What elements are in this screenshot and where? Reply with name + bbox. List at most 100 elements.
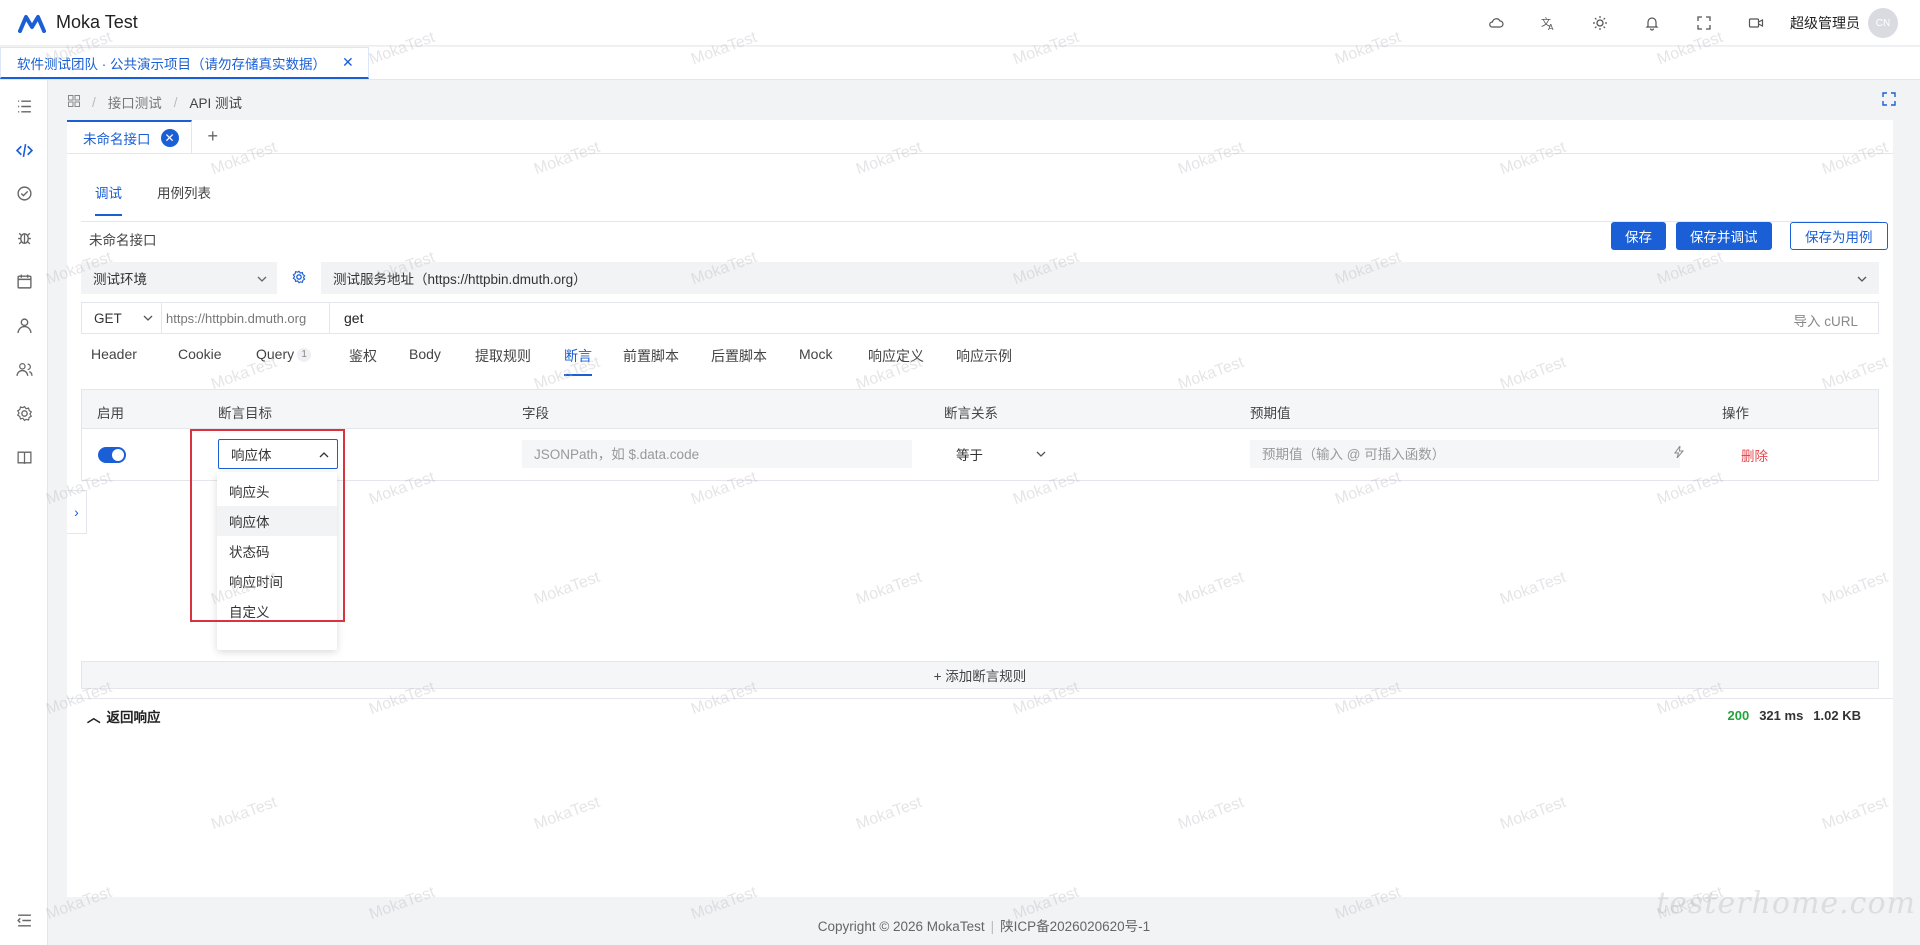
- enabled-toggle[interactable]: [98, 447, 126, 463]
- save-and-debug-button[interactable]: 保存并调试: [1676, 222, 1772, 250]
- users-icon[interactable]: [14, 359, 34, 379]
- add-assertion-rule-button[interactable]: + 添加断言规则: [81, 661, 1879, 689]
- tab-body[interactable]: Body: [409, 346, 441, 370]
- tab-response-definition[interactable]: 响应定义: [868, 346, 924, 374]
- http-method-select[interactable]: GET: [82, 303, 162, 333]
- user-icon[interactable]: [14, 315, 34, 335]
- icp-link[interactable]: 陕ICP备2026020620号-1: [1000, 919, 1150, 934]
- tab-debug[interactable]: 调试: [95, 182, 122, 216]
- assertion-relation-select[interactable]: 等于: [944, 440, 1054, 468]
- avatar[interactable]: CN: [1868, 8, 1898, 38]
- expand-icon[interactable]: [1882, 92, 1896, 109]
- col-field: 字段: [522, 406, 549, 421]
- logo-icon: [18, 14, 46, 33]
- file-tab-bar: 未命名接口 ✕ +: [67, 119, 1893, 154]
- server-address-select[interactable]: 测试服务地址（https://httpbin.dmuth.org）: [321, 262, 1879, 294]
- assertion-relation-value: 等于: [956, 448, 983, 463]
- chevron-up-icon: [319, 448, 329, 463]
- chevron-up-icon: ︿: [87, 709, 101, 725]
- breadcrumb: / 接口测试 / API 测试: [68, 92, 242, 112]
- jsonpath-field-input[interactable]: [522, 440, 912, 468]
- dropdown-option[interactable]: 响应头: [217, 476, 337, 506]
- grid-icon[interactable]: [68, 94, 80, 110]
- check-circle-icon[interactable]: [14, 183, 34, 203]
- response-bar[interactable]: ︿ 返回响应 200 321 ms 1.02 KB: [67, 698, 1893, 732]
- dropdown-option[interactable]: 自定义: [217, 596, 337, 626]
- collapse-menu-icon[interactable]: [14, 910, 34, 930]
- env-settings-gear-icon[interactable]: [292, 270, 306, 287]
- cloud-icon[interactable]: [1470, 0, 1522, 46]
- tab-mock[interactable]: Mock: [799, 346, 832, 370]
- tab-cookie[interactable]: Cookie: [178, 346, 222, 370]
- assertion-table: 启用 断言目标 字段 断言关系 预期值 操作 响应体 等于: [81, 389, 1879, 481]
- response-time: 321 ms: [1759, 708, 1804, 723]
- bell-icon[interactable]: [1626, 0, 1678, 46]
- brand-watermark: testerhome.com: [1656, 886, 1916, 921]
- gear-icon[interactable]: [14, 403, 34, 423]
- calendar-icon[interactable]: [14, 271, 34, 291]
- book-icon[interactable]: [14, 447, 34, 467]
- dropdown-option[interactable]: 响应时间: [217, 566, 337, 596]
- col-expected: 预期值: [1250, 406, 1291, 421]
- col-relation: 断言关系: [944, 406, 998, 421]
- tab-assertions[interactable]: 断言: [564, 346, 592, 376]
- footer: Copyright © 2026 MokaTest | 陕ICP备202602062…: [817, 919, 1151, 934]
- dropdown-option[interactable]: 状态码: [217, 536, 337, 566]
- request-tab-bar: Header Cookie Query 1 鉴权 Body 提取规则 断言 前置脚…: [81, 346, 1879, 378]
- query-count-badge: 1: [297, 348, 312, 363]
- fullscreen-icon[interactable]: [1678, 0, 1730, 46]
- breadcrumb-current: API 测试: [189, 96, 243, 111]
- server-address-value: 测试服务地址（https://httpbin.dmuth.org）: [333, 272, 587, 287]
- translate-icon[interactable]: 文A: [1522, 0, 1574, 46]
- tab-extract-rules[interactable]: 提取规则: [475, 346, 531, 374]
- delete-button[interactable]: 删除: [1741, 445, 1768, 465]
- video-icon[interactable]: [1730, 0, 1782, 46]
- copyright: Copyright © 2026 MokaTest: [817, 919, 985, 934]
- dropdown-option[interactable]: 响应体: [217, 506, 337, 536]
- assertion-table-header: 启用 断言目标 字段 断言关系 预期值 操作: [81, 389, 1879, 429]
- status-code: 200: [1727, 708, 1750, 723]
- chevron-right-icon[interactable]: ›: [67, 490, 87, 534]
- function-lightning-icon[interactable]: [1674, 444, 1685, 461]
- save-button[interactable]: 保存: [1611, 222, 1666, 250]
- user-name[interactable]: 超级管理员: [1790, 13, 1860, 33]
- assertion-target-select[interactable]: 响应体: [218, 439, 338, 469]
- tab-pre-script[interactable]: 前置脚本: [623, 346, 679, 374]
- save-as-case-button[interactable]: 保存为用例: [1790, 222, 1888, 250]
- top-header: Moka Test 文A 超级管理员 CN: [0, 0, 1920, 46]
- environment-select[interactable]: 测试环境: [81, 262, 277, 294]
- code-icon[interactable]: [14, 140, 34, 160]
- tab-auth[interactable]: 鉴权: [349, 346, 377, 374]
- close-icon[interactable]: ✕: [160, 128, 179, 147]
- import-curl-button[interactable]: 导入 cURL: [1793, 310, 1858, 330]
- response-size: 1.02 KB: [1813, 708, 1861, 723]
- tab-query[interactable]: Query 1: [256, 346, 312, 370]
- file-tab[interactable]: 未命名接口 ✕: [67, 119, 192, 154]
- bug-icon[interactable]: [14, 227, 34, 247]
- chevron-down-icon: [1857, 272, 1867, 287]
- workspace-tab[interactable]: 软件测试团队 · 公共演示项目（请勿存储真实数据） ✕: [0, 47, 369, 79]
- add-tab-button[interactable]: +: [208, 126, 219, 147]
- path-input[interactable]: [330, 303, 1878, 333]
- request-url-bar: GET https://httpbin.dmuth.org 导入 cURL: [81, 302, 1879, 334]
- chevron-down-icon: [143, 311, 153, 326]
- app-logo[interactable]: Moka Test: [18, 12, 138, 33]
- tab-post-script[interactable]: 后置脚本: [711, 346, 767, 374]
- tab-case-list[interactable]: 用例列表: [157, 182, 211, 214]
- tab-header[interactable]: Header: [91, 346, 137, 370]
- tab-response-example[interactable]: 响应示例: [956, 346, 1012, 374]
- expected-value-input[interactable]: [1250, 440, 1680, 468]
- base-url: https://httpbin.dmuth.org: [162, 303, 330, 333]
- workspace-tab-strip: 软件测试团队 · 公共演示项目（请勿存储真实数据） ✕: [0, 47, 1920, 80]
- col-action: 操作: [1722, 406, 1749, 421]
- http-method-value: GET: [94, 310, 122, 326]
- list-icon[interactable]: [14, 96, 34, 116]
- environment-value: 测试环境: [93, 272, 147, 287]
- left-sidebar: [0, 80, 48, 945]
- close-icon[interactable]: ✕: [342, 54, 354, 71]
- breadcrumb-item[interactable]: 接口测试: [108, 92, 162, 112]
- svg-text:A: A: [1548, 23, 1554, 31]
- tab-query-label: Query: [256, 346, 295, 362]
- theme-icon[interactable]: [1574, 0, 1626, 46]
- interface-name[interactable]: 未命名接口: [89, 229, 157, 249]
